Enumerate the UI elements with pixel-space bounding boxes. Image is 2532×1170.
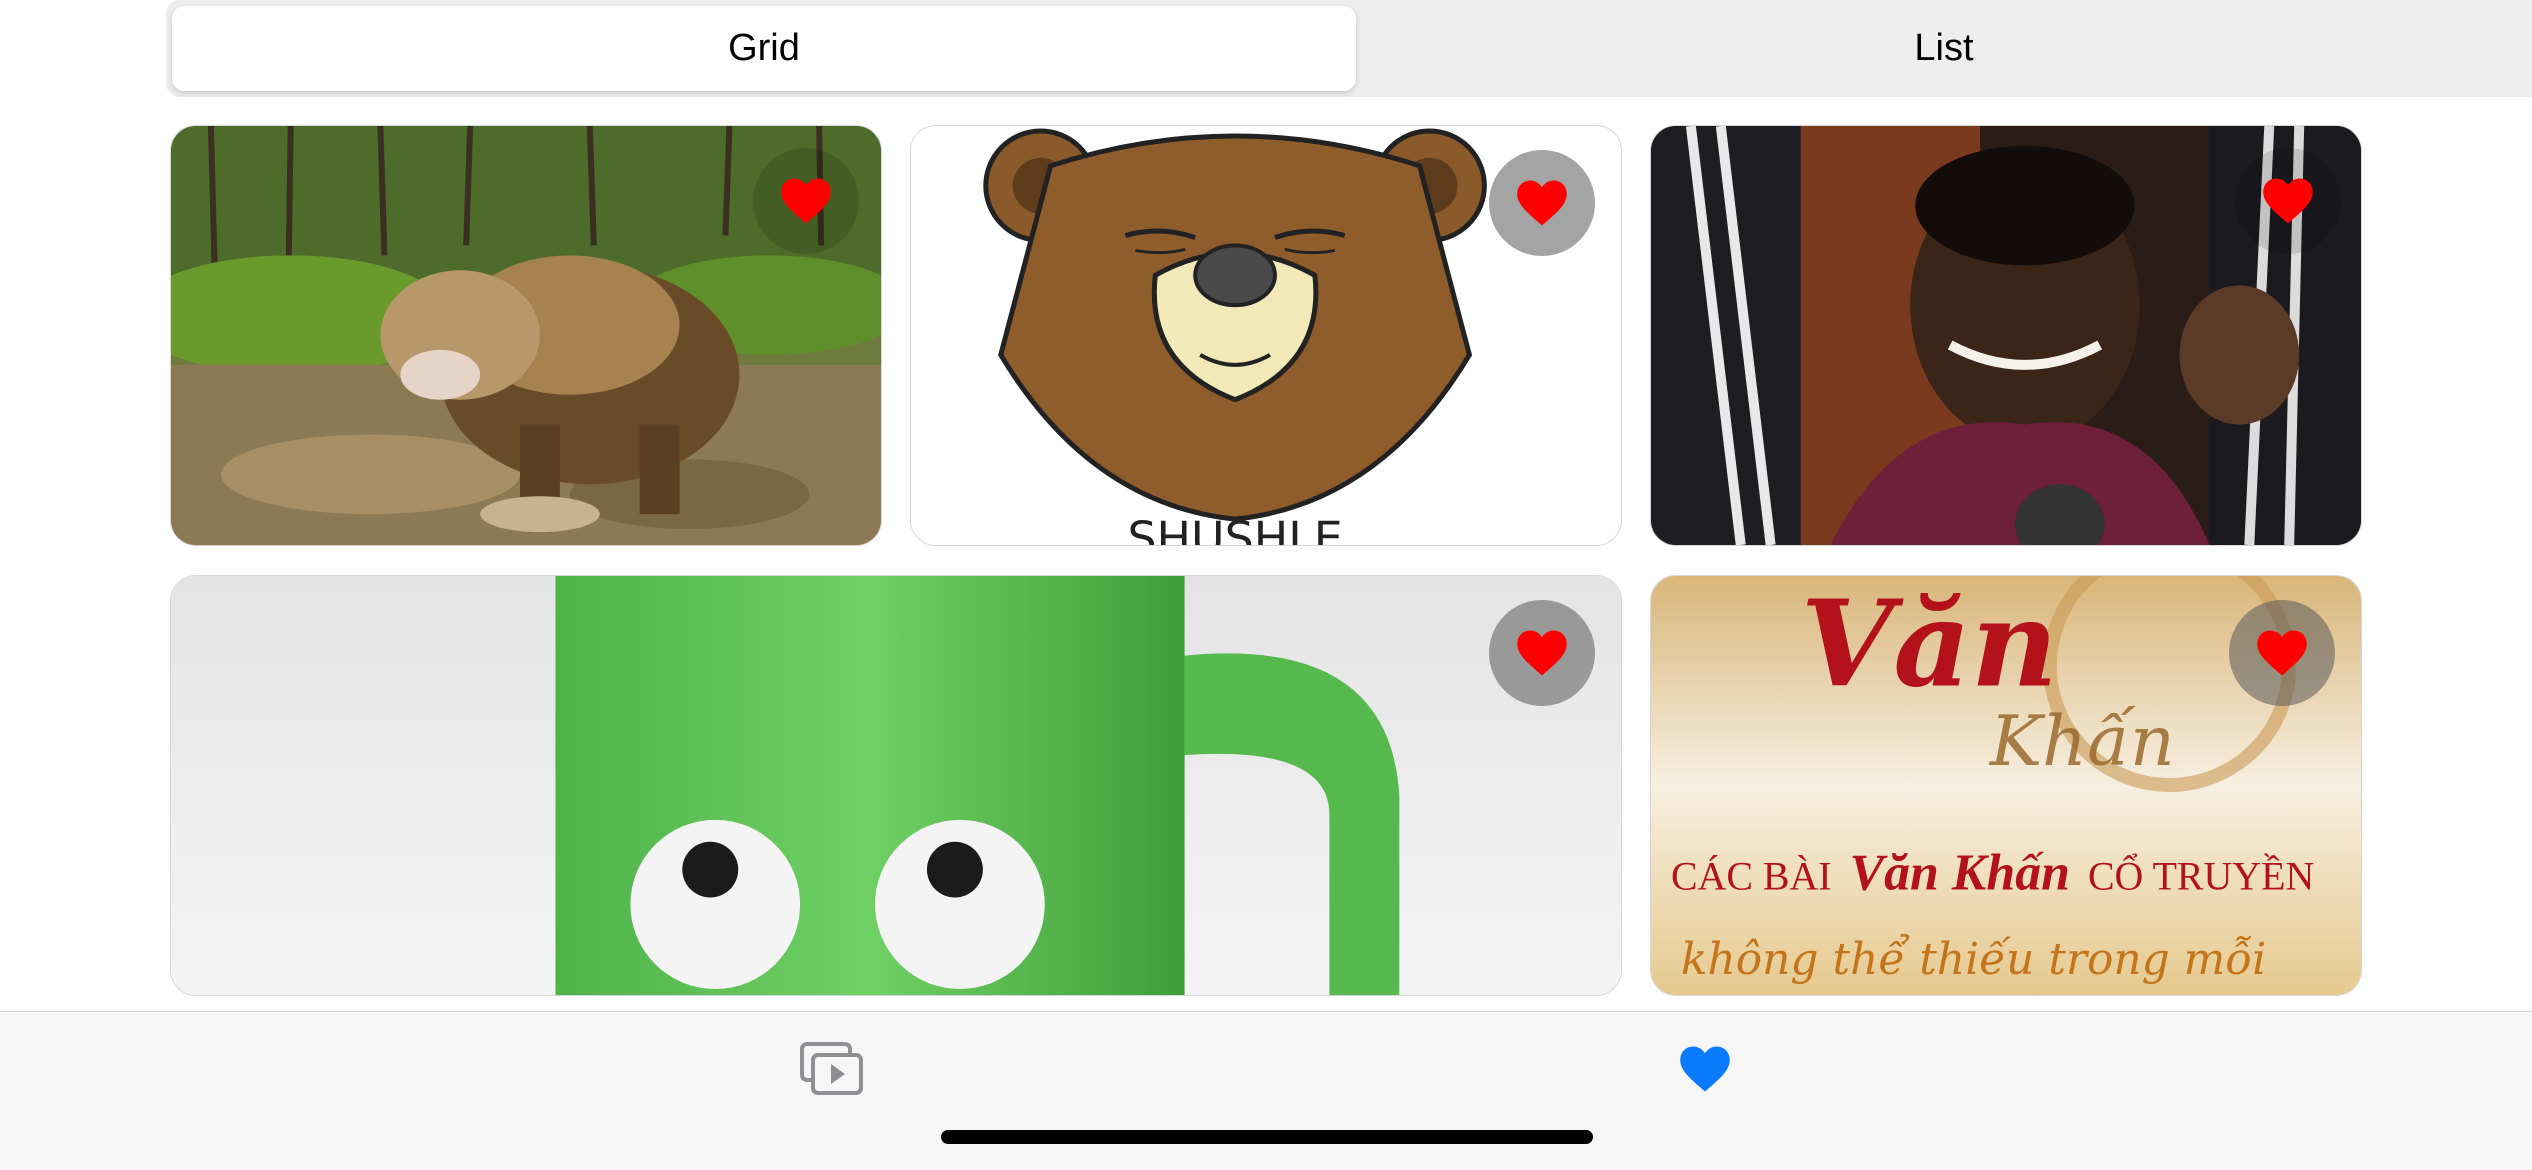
gif-tile-bear-stream[interactable] bbox=[170, 125, 882, 546]
svg-text:CÁC BÀI Văn Khấn: CÁC BÀI Văn Khấn CỔ TRUYỀN bbox=[1671, 845, 2314, 902]
home-indicator bbox=[941, 1130, 1593, 1144]
tab-gifs[interactable] bbox=[792, 1034, 872, 1104]
segment-grid[interactable]: Grid bbox=[172, 6, 1356, 91]
gif-tile-van-khan[interactable]: Văn Khấn CÁC BÀI Văn Khấn CỔ TRUYỀN khôn… bbox=[1650, 575, 2362, 996]
heart-icon bbox=[2257, 630, 2307, 676]
gif-tile-green-mug[interactable] bbox=[170, 575, 1622, 996]
play-gallery-icon bbox=[800, 1042, 863, 1095]
favorite-button[interactable] bbox=[2235, 148, 2341, 254]
banner-subtitle-text: Khấn bbox=[1988, 701, 2175, 782]
tab-favorites[interactable] bbox=[1665, 1034, 1745, 1104]
gif-tile-smiling-man[interactable] bbox=[1650, 125, 2362, 546]
banner-line-prefix: CÁC BÀI bbox=[1671, 854, 1832, 899]
green-mug-image bbox=[171, 576, 1621, 995]
banner-line-suffix: CỔ TRUYỀN bbox=[2088, 854, 2314, 899]
heart-icon bbox=[781, 178, 831, 224]
favorite-button[interactable] bbox=[1489, 600, 1595, 706]
svg-text:SHUSHLE: SHUSHLE bbox=[1127, 511, 1342, 545]
tab-bar bbox=[0, 1011, 2532, 1170]
favorite-button[interactable] bbox=[753, 148, 859, 254]
heart-icon bbox=[1517, 630, 1567, 676]
banner-tagline: không thể thiếu trong mỗi bbox=[1681, 933, 2266, 985]
heart-icon bbox=[2263, 178, 2313, 224]
banner-line-highlight: Văn Khấn bbox=[1850, 845, 2070, 902]
gif-tile-cartoon-bear[interactable]: SHUSHLE bbox=[910, 125, 1622, 546]
view-mode-segmented-control: Grid List bbox=[166, 0, 2532, 97]
banner-title-text: Văn bbox=[1801, 576, 2058, 714]
favorite-button[interactable] bbox=[1489, 150, 1595, 256]
favorite-button[interactable] bbox=[2229, 600, 2335, 706]
favorites-screen: Grid List SHUSHLE Văn Khấn CÁC BÀI Văn K… bbox=[0, 0, 2532, 1170]
heart-icon bbox=[1517, 180, 1567, 226]
segment-list[interactable]: List bbox=[1356, 6, 2532, 91]
heart-icon bbox=[1680, 1046, 1730, 1092]
